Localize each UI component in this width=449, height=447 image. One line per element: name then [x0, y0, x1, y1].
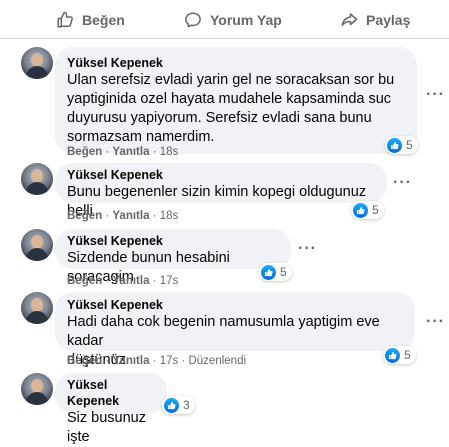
like-reaction-icon	[387, 137, 402, 153]
comment-bubble: Yüksel Kepenek Bunu begenenler sizin kim…	[55, 163, 387, 219]
comment-text-line: yaptiginida ozel hayata mudahele kapsami…	[67, 91, 392, 107]
comment-text-line: duyurusu yapiyorum. Serefsiz evladi sana…	[67, 110, 372, 126]
avatar[interactable]	[21, 292, 53, 324]
comment-button[interactable]: Yorum Yap	[184, 10, 282, 30]
comment-author[interactable]: Yüksel Kepenek	[67, 167, 375, 183]
comment-time[interactable]: 18s	[160, 146, 179, 158]
like-reaction-icon	[261, 264, 276, 280]
share-button[interactable]: Paylaş	[340, 10, 410, 30]
avatar[interactable]	[21, 229, 53, 261]
comment-like-link[interactable]: Beğen	[67, 146, 102, 158]
post-action-bar: Beğen Yorum Yap Paylaş	[0, 0, 449, 39]
comment-author[interactable]: Yüksel Kepenek	[67, 55, 405, 71]
comment-like-link[interactable]: Beğen	[67, 275, 102, 287]
reaction-count[interactable]: 5	[383, 346, 416, 364]
comment-button-label: Yorum Yap	[210, 12, 282, 28]
more-options-icon[interactable]: ···	[426, 87, 446, 104]
comment-time[interactable]: 18s	[160, 210, 179, 222]
reaction-number: 5	[280, 265, 287, 279]
reaction-count[interactable]: 3	[162, 396, 195, 414]
reaction-count[interactable]: 5	[351, 201, 384, 219]
comment-reply-link[interactable]: Yanıtla	[112, 210, 149, 222]
reaction-count[interactable]: 5	[385, 136, 418, 154]
comment-meta: Beğen · Yanıtla · 17s · Düzenlendi	[67, 355, 247, 367]
comment-text-line: Hadi daha cok begenin namusumla yaptigim…	[67, 314, 380, 349]
comment-icon	[185, 12, 201, 28]
reaction-number: 5	[406, 138, 413, 152]
avatar[interactable]	[21, 373, 53, 405]
like-reaction-icon	[353, 202, 368, 218]
more-options-icon[interactable]: ···	[298, 241, 318, 258]
comment-bubble: Yüksel Kepenek Ulan serefsiz evladi yari…	[55, 47, 417, 154]
comment-bubble: Yüksel Kepenek Sizdende bunun hesabini s…	[55, 229, 291, 285]
more-options-icon[interactable]: ···	[393, 175, 413, 192]
share-button-label: Paylaş	[366, 12, 411, 28]
comment-text-line: Ulan serefsiz evladi yarin gel ne soraca…	[67, 72, 395, 88]
avatar[interactable]	[21, 47, 53, 79]
comment-reply-link[interactable]: Yanıtla	[112, 275, 149, 287]
comment-bubble: Yüksel Kepenek Hadi daha cok begenin nam…	[55, 292, 415, 368]
comment-author[interactable]: Yüksel Kepenek	[67, 233, 279, 249]
avatar[interactable]	[21, 163, 53, 195]
comment-text-line: Siz busunuz işte	[67, 410, 146, 445]
thumbs-up-icon	[57, 11, 73, 28]
comment-meta: Beğen · Yanıtla · 18s	[67, 146, 179, 158]
comment-bubble: Yüksel Kepenek Siz busunuz işte	[55, 373, 167, 445]
comment-like-link[interactable]: Beğen	[67, 210, 102, 222]
comment-meta: Beğen · Yanıtla · 17s	[67, 275, 179, 287]
comment-time[interactable]: 17s	[160, 355, 179, 367]
comment-time[interactable]: 17s	[160, 275, 179, 287]
reaction-number: 5	[404, 348, 411, 362]
like-reaction-icon	[164, 397, 179, 413]
like-reaction-icon	[385, 347, 400, 363]
reaction-count[interactable]: 5	[259, 263, 292, 281]
comment-reply-link[interactable]: Yanıtla	[112, 355, 149, 367]
comment-like-link[interactable]: Beğen	[67, 355, 102, 367]
like-button[interactable]: Beğen	[56, 10, 125, 30]
reaction-number: 3	[183, 398, 190, 412]
comment-author[interactable]: Yüksel Kepenek	[67, 377, 155, 409]
comment-meta: Beğen · Yanıtla · 18s	[67, 210, 179, 222]
comment-reply-link[interactable]: Yanıtla	[112, 146, 149, 158]
reaction-number: 5	[372, 203, 379, 217]
more-options-icon[interactable]: ···	[426, 314, 446, 331]
like-button-label: Beğen	[82, 12, 125, 28]
edited-label[interactable]: Düzenlendi	[188, 355, 246, 367]
share-arrow-icon	[341, 13, 358, 26]
comment-author[interactable]: Yüksel Kepenek	[67, 297, 403, 313]
